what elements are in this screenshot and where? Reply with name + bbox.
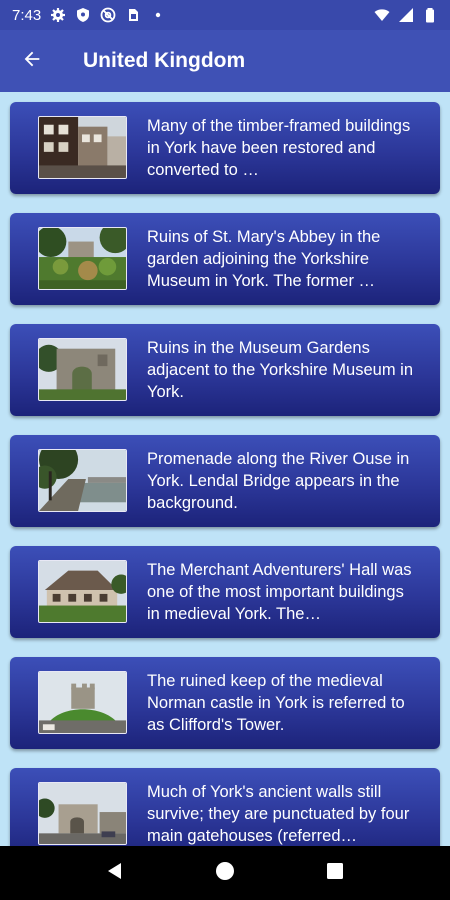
app-bar: United Kingdom bbox=[0, 30, 450, 92]
item-text: Many of the timber-framed buildings in Y… bbox=[147, 117, 411, 179]
recents-square-icon bbox=[326, 862, 344, 885]
arrow-left-icon bbox=[21, 48, 43, 75]
article-list[interactable]: Many of the timber-framed buildings in Y… bbox=[0, 92, 450, 846]
thumbnail-timber-houses bbox=[38, 116, 127, 179]
dot-icon bbox=[150, 7, 166, 23]
at-sign-icon bbox=[100, 7, 116, 23]
thumbnail-abbey-garden bbox=[38, 227, 127, 290]
thumbnail-river-promenade bbox=[38, 449, 127, 512]
nav-recents-button[interactable] bbox=[315, 853, 355, 893]
list-item[interactable]: Much of York's ancient walls still survi… bbox=[10, 768, 440, 846]
signal-icon bbox=[398, 7, 414, 23]
thumbnail-city-walls bbox=[38, 782, 127, 845]
thumbnail-stone-ruins bbox=[38, 338, 127, 401]
item-text: The ruined keep of the medieval Norman c… bbox=[147, 672, 405, 734]
home-circle-icon bbox=[215, 861, 235, 886]
thumbnail-merchant-hall bbox=[38, 560, 127, 623]
status-bar: 7:43 bbox=[0, 0, 450, 30]
page-title: United Kingdom bbox=[83, 49, 246, 72]
item-text: Much of York's ancient walls still survi… bbox=[147, 783, 410, 845]
nav-back-button[interactable] bbox=[95, 853, 135, 893]
list-item[interactable]: The ruined keep of the medieval Norman c… bbox=[10, 657, 440, 749]
list-item[interactable]: Ruins of St. Mary's Abbey in the garden … bbox=[10, 213, 440, 305]
navigation-bar bbox=[0, 846, 450, 900]
wifi-icon bbox=[374, 7, 390, 23]
item-text: Promenade along the River Ouse in York. … bbox=[147, 450, 410, 512]
list-item[interactable]: Promenade along the River Ouse in York. … bbox=[10, 435, 440, 527]
list-item[interactable]: The Merchant Adventurers' Hall was one o… bbox=[10, 546, 440, 638]
back-triangle-icon bbox=[106, 862, 124, 885]
battery-icon bbox=[422, 7, 438, 23]
thumbnail-cliffords-tower bbox=[38, 671, 127, 734]
sim-card-icon bbox=[125, 7, 141, 23]
item-text: Ruins in the Museum Gardens adjacent to … bbox=[147, 339, 413, 401]
status-time: 7:43 bbox=[12, 6, 42, 24]
list-item[interactable]: Ruins in the Museum Gardens adjacent to … bbox=[10, 324, 440, 416]
nav-home-button[interactable] bbox=[205, 853, 245, 893]
item-text: Ruins of St. Mary's Abbey in the garden … bbox=[147, 228, 381, 290]
list-item[interactable]: Many of the timber-framed buildings in Y… bbox=[10, 102, 440, 194]
back-button[interactable] bbox=[0, 30, 64, 92]
gear-icon bbox=[50, 7, 66, 23]
item-text: The Merchant Adventurers' Hall was one o… bbox=[147, 561, 412, 623]
shield-icon bbox=[75, 7, 91, 23]
